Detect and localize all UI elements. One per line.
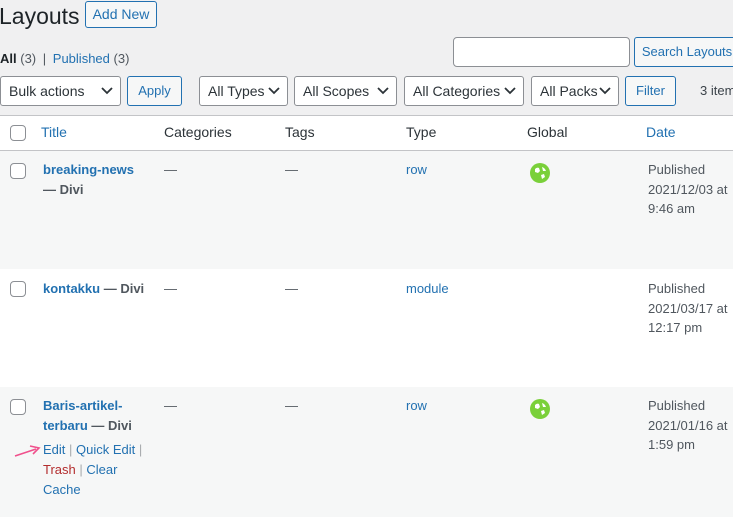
action-separator: | <box>138 442 143 457</box>
column-tags: Tags <box>285 124 315 140</box>
search-input[interactable] <box>453 37 630 67</box>
column-type: Type <box>406 124 437 140</box>
add-new-button[interactable]: Add New <box>85 1 157 28</box>
search-layouts-button[interactable]: Search Layouts <box>634 37 733 67</box>
action-separator: | <box>69 442 73 457</box>
table-header: Title Categories Tags Type Global Date <box>0 116 733 151</box>
trash-link[interactable]: Trash <box>43 462 76 477</box>
row-date-time: 9:46 am <box>648 201 695 216</box>
apply-button[interactable]: Apply <box>127 76 182 106</box>
row-categories: — <box>164 281 177 296</box>
categories-value: All Categories <box>413 83 501 99</box>
row-title: kontakku — Divi <box>43 279 153 299</box>
types-value: All Types <box>208 83 265 99</box>
chevron-down-icon <box>599 87 611 95</box>
row-date-time: 1:59 pm <box>648 437 695 452</box>
chevron-down-icon <box>101 87 113 95</box>
row-checkbox[interactable] <box>10 163 26 179</box>
row-tags: — <box>285 162 298 177</box>
chevron-down-icon <box>268 87 280 95</box>
page-title: Layouts <box>0 3 80 29</box>
chevron-down-icon <box>504 87 516 95</box>
action-separator: | <box>79 462 83 477</box>
row-date-time: 12:17 pm <box>648 320 703 335</box>
row-date-status: Published <box>648 162 706 177</box>
annotation-arrow-icon <box>14 445 41 457</box>
column-global: Global <box>527 124 568 140</box>
scopes-value: All Scopes <box>303 83 370 99</box>
layouts-table: Title Categories Tags Type Global Date b… <box>0 115 733 517</box>
bulk-actions-value: Bulk actions <box>9 83 85 99</box>
column-categories: Categories <box>164 124 232 140</box>
row-state: — Divi <box>43 181 84 197</box>
table-row: breaking-news — Divi — — row Published 2… <box>0 151 733 269</box>
categories-select[interactable]: All Categories <box>404 76 524 106</box>
select-all-checkbox[interactable] <box>10 125 26 141</box>
filter-button[interactable]: Filter <box>625 76 676 106</box>
row-type-link[interactable]: row <box>406 160 427 180</box>
scopes-select[interactable]: All Scopes <box>294 76 397 106</box>
quick-edit-link[interactable]: Quick Edit <box>76 442 135 457</box>
row-date: Published 2021/01/16 at 1:59 pm <box>648 396 733 455</box>
row-title: Baris-artikel-terbaru — Divi <box>43 396 153 435</box>
row-date-status: Published <box>648 281 706 296</box>
row-date-value: 2021/12/03 at <box>648 181 728 197</box>
types-select[interactable]: All Types <box>199 76 288 106</box>
row-categories: — <box>164 398 177 413</box>
view-all-link[interactable]: All <box>0 51 17 66</box>
view-all-count: (3) <box>20 51 37 66</box>
row-tags: — <box>285 398 298 413</box>
row-date: Published 2021/03/17 at 12:17 pm <box>648 279 733 338</box>
row-date: Published 2021/12/03 at 9:46 am <box>648 160 733 219</box>
packs-value: All Packs <box>540 83 598 99</box>
table-row: Baris-artikel-terbaru — Divi Edit | Quic… <box>0 387 733 517</box>
row-title-link[interactable]: breaking-news <box>43 162 134 177</box>
globe-icon <box>530 163 550 183</box>
bulk-actions-select[interactable]: Bulk actions <box>0 76 121 106</box>
packs-select[interactable]: All Packs <box>531 76 619 106</box>
edit-link[interactable]: Edit <box>43 442 65 457</box>
row-date-value: 2021/03/17 at <box>648 300 728 316</box>
column-date[interactable]: Date <box>646 124 676 140</box>
row-categories: — <box>164 162 177 177</box>
row-title-link[interactable]: kontakku <box>43 281 100 296</box>
table-row: kontakku — Divi — — module Published 202… <box>0 269 733 387</box>
chevron-down-icon <box>377 87 389 95</box>
row-checkbox[interactable] <box>10 281 26 297</box>
view-published-count: (3) <box>113 51 130 66</box>
row-date-status: Published <box>648 398 706 413</box>
items-count: 3 items <box>700 83 733 98</box>
row-state: — Divi <box>103 281 145 296</box>
row-state: — Divi <box>91 417 132 433</box>
row-type-link[interactable]: module <box>406 279 449 299</box>
globe-icon <box>530 399 550 419</box>
column-title[interactable]: Title <box>41 124 67 140</box>
row-date-value: 2021/01/16 at <box>648 417 728 433</box>
row-title: breaking-news — Divi <box>43 160 153 199</box>
row-tags: — <box>285 281 298 296</box>
row-type-link[interactable]: row <box>406 396 427 416</box>
view-filters: All (3) | Published (3) <box>0 51 129 66</box>
row-actions: Edit | Quick Edit | Trash | Clear Cache <box>43 440 153 500</box>
view-published-link[interactable]: Published <box>53 51 110 66</box>
row-checkbox[interactable] <box>10 399 26 415</box>
view-separator: | <box>42 51 47 66</box>
